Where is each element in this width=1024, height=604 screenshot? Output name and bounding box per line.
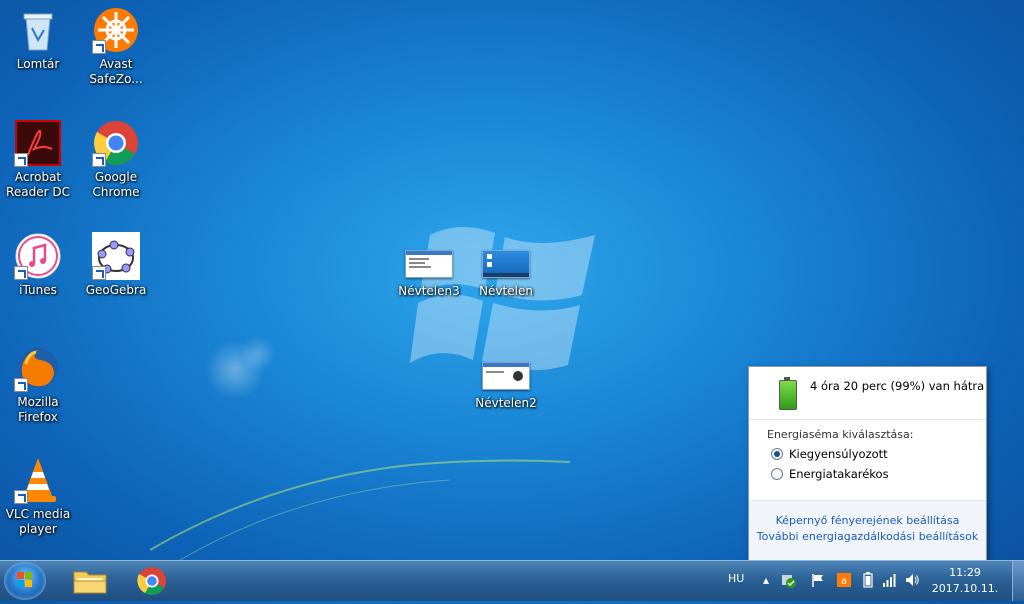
shortcut-arrow-icon <box>92 266 106 280</box>
system-clock[interactable]: 11:29 2017.10.11. <box>930 565 1000 597</box>
security-shield-icon[interactable] <box>780 572 796 588</box>
taskbar-explorer-button[interactable] <box>62 563 118 599</box>
taskbar: HU ▴ a 11:29 2017.10.11. <box>0 560 1024 601</box>
windows-logo-wallpaper <box>410 226 595 371</box>
battery-tray-icon[interactable] <box>860 572 876 588</box>
desktop-file-nevtelen2[interactable]: Névtelen2 <box>458 362 554 410</box>
icon-label: Avast <box>99 57 133 71</box>
image-thumbnail <box>482 250 530 278</box>
icon-label: Lomtár <box>16 57 60 71</box>
power-plan-balanced[interactable]: Kiegyensúlyozott <box>771 447 986 461</box>
image-thumbnail <box>482 362 530 390</box>
icon-label: Chrome <box>92 185 140 199</box>
avast-tray-icon[interactable]: a <box>836 572 852 588</box>
power-plan-label: Energiatakarékos <box>789 467 889 481</box>
acrobat-icon <box>14 119 62 167</box>
start-button[interactable] <box>4 562 46 600</box>
power-plan-section: Energiaséma kiválasztása: Kiegyensúlyozo… <box>749 420 986 508</box>
recycle-bin-icon <box>14 6 62 54</box>
more-power-options-link[interactable]: További energiagazdálkodási beállítások <box>749 529 986 545</box>
avast-icon <box>92 6 140 54</box>
show-desktop-button[interactable] <box>1012 561 1024 601</box>
battery-flyout: 4 óra 20 perc (99%) van hátra Energiasém… <box>748 366 987 561</box>
battery-status-text: 4 óra 20 perc (99%) van hátra <box>810 379 985 393</box>
vlc-icon <box>14 456 62 504</box>
battery-icon <box>779 377 797 410</box>
desktop-file-nevtelen[interactable]: Névtelen <box>458 250 554 298</box>
brightness-settings-link[interactable]: Képernyő fényerejének beállítása <box>749 513 986 529</box>
shortcut-arrow-icon <box>92 40 106 54</box>
icon-label: SafeZo... <box>89 72 143 86</box>
firefox-icon <box>14 344 62 392</box>
icon-label: Reader DC <box>6 185 70 199</box>
itunes-icon <box>14 232 62 280</box>
shortcut-arrow-icon <box>14 378 28 392</box>
clock-time: 11:29 <box>949 566 981 579</box>
chrome-icon <box>92 119 140 167</box>
shortcut-arrow-icon <box>92 153 106 167</box>
shortcut-arrow-icon <box>14 266 28 280</box>
geogebra-icon <box>92 232 140 280</box>
file-label: Névtelen2 <box>475 396 537 410</box>
desktop-icon-avast[interactable]: Avast SafeZo... <box>78 6 154 87</box>
desktop-icon-vlc[interactable]: VLC media player <box>0 456 76 537</box>
file-label: Névtelen3 <box>398 284 460 298</box>
volume-speaker-icon[interactable] <box>904 572 920 588</box>
power-plan-heading: Energiaséma kiválasztása: <box>767 428 914 441</box>
chrome-icon <box>137 567 166 595</box>
icon-label: VLC media <box>5 507 71 521</box>
folder-icon <box>73 571 107 594</box>
shortcut-arrow-icon <box>14 153 28 167</box>
desktop-icon-geogebra[interactable]: GeoGebra <box>78 232 154 298</box>
show-hidden-icons-chevron-icon[interactable]: ▴ <box>758 572 774 588</box>
svg-text:a: a <box>841 576 847 587</box>
windows-start-icon <box>17 572 32 587</box>
power-links: Képernyő fényerejének beállítása További… <box>749 500 986 561</box>
desktop-icon-itunes[interactable]: iTunes <box>0 232 76 298</box>
icon-label: GeoGebra <box>85 283 147 297</box>
desktop-icon-chrome[interactable]: Google Chrome <box>78 119 154 200</box>
wallpaper-glow <box>240 336 276 372</box>
icon-label: Google <box>94 170 138 184</box>
icon-label: iTunes <box>19 283 57 297</box>
file-label: Névtelen <box>479 284 533 298</box>
icon-label: Mozilla <box>17 395 59 409</box>
power-plan-label: Kiegyensúlyozott <box>789 447 888 461</box>
power-plan-saver[interactable]: Energiatakarékos <box>771 467 986 481</box>
language-indicator[interactable]: HU <box>728 572 744 585</box>
desktop-icon-recycle-bin[interactable]: Lomtár <box>0 6 76 72</box>
shortcut-arrow-icon <box>14 490 28 504</box>
desktop-icon-firefox[interactable]: Mozilla Firefox <box>0 344 76 425</box>
network-signal-icon[interactable] <box>882 572 898 588</box>
clock-date: 2017.10.11. <box>931 582 999 595</box>
desktop-icon-acrobat[interactable]: Acrobat Reader DC <box>0 119 76 200</box>
battery-status-section: 4 óra 20 perc (99%) van hátra <box>749 367 986 420</box>
action-center-flag-icon[interactable] <box>810 572 826 588</box>
radio-unselected-icon[interactable] <box>771 468 783 480</box>
taskbar-chrome-button[interactable] <box>124 563 180 599</box>
icon-label: Firefox <box>18 410 58 424</box>
radio-selected-icon[interactable] <box>771 448 783 460</box>
icon-label: player <box>19 522 57 536</box>
image-thumbnail <box>405 250 453 278</box>
icon-label: Acrobat <box>14 170 62 184</box>
